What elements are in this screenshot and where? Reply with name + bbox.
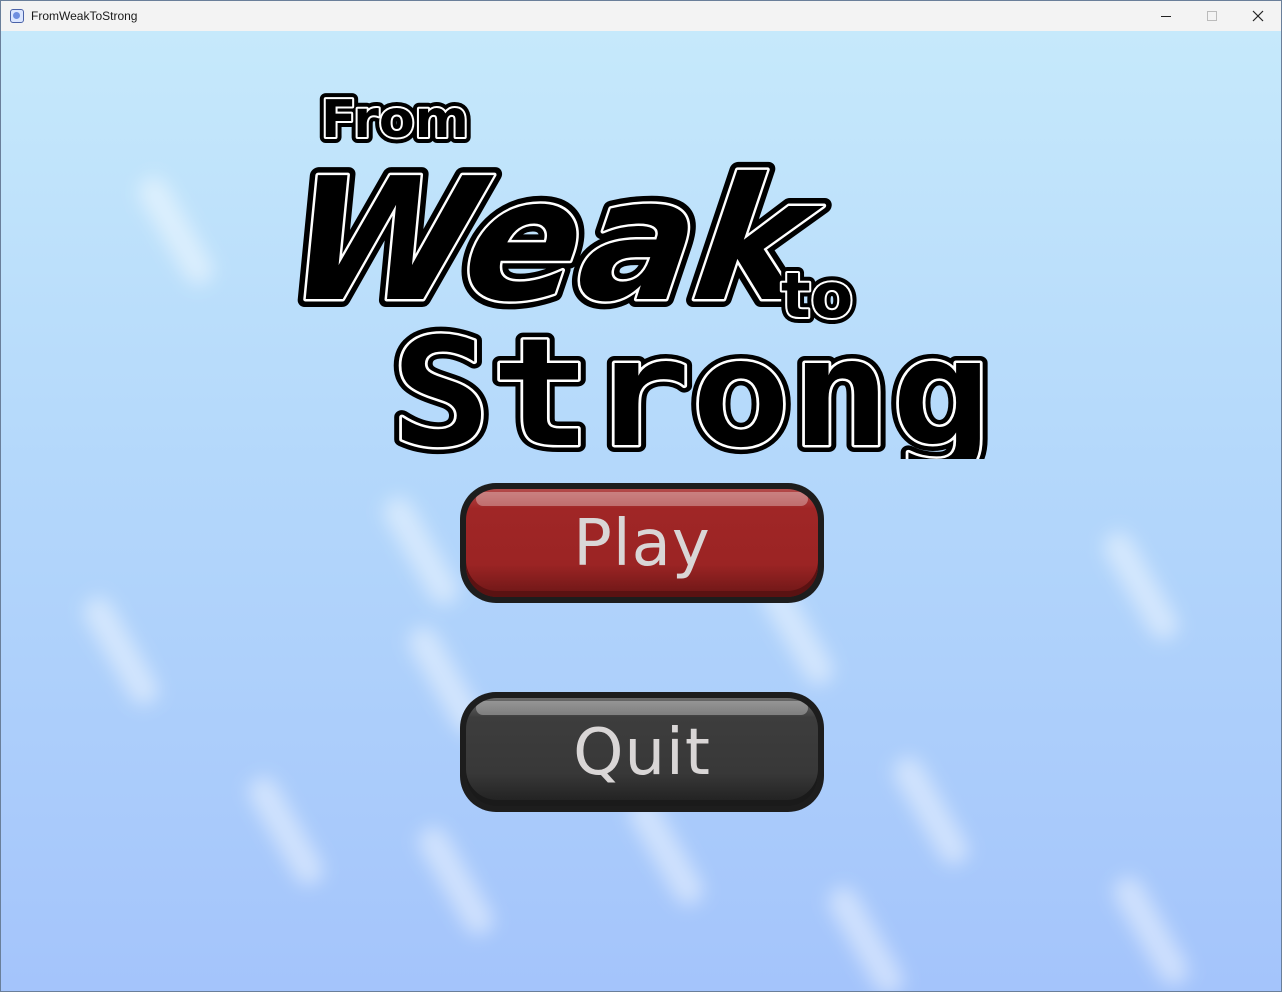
background-streak bbox=[78, 591, 164, 711]
background-streak bbox=[413, 821, 499, 941]
background-streak bbox=[823, 881, 909, 991]
maximize-button[interactable] bbox=[1189, 1, 1235, 31]
play-button-face: Play bbox=[466, 489, 818, 597]
minimize-icon bbox=[1161, 16, 1171, 17]
background-streak bbox=[133, 171, 219, 291]
maximize-icon bbox=[1207, 11, 1217, 21]
game-title-logo: From From Weak Weak to to Strong Strong bbox=[291, 84, 998, 459]
background-streak bbox=[243, 771, 329, 891]
background-streak bbox=[888, 751, 974, 871]
game-canvas: From From Weak Weak to to Strong Strong … bbox=[1, 31, 1281, 991]
quit-button-face: Quit bbox=[466, 698, 818, 806]
play-button[interactable]: Play bbox=[460, 483, 824, 603]
close-icon bbox=[1252, 10, 1264, 22]
background-streak bbox=[1098, 526, 1184, 646]
close-button[interactable] bbox=[1235, 1, 1281, 31]
background-streak bbox=[1108, 871, 1194, 991]
app-window-icon bbox=[10, 9, 24, 23]
logo-strong-inner: Strong bbox=[391, 307, 991, 459]
minimize-button[interactable] bbox=[1143, 1, 1189, 31]
window-controls bbox=[1143, 1, 1281, 31]
quit-button[interactable]: Quit bbox=[460, 692, 824, 812]
quit-button-label: Quit bbox=[573, 716, 711, 790]
window-title: FromWeakToStrong bbox=[31, 9, 138, 23]
play-button-label: Play bbox=[573, 507, 711, 581]
app-window: FromWeakToStrong From From Weak Weak to … bbox=[0, 0, 1282, 992]
background-streak bbox=[378, 491, 464, 611]
title-bar[interactable]: FromWeakToStrong bbox=[1, 1, 1281, 31]
